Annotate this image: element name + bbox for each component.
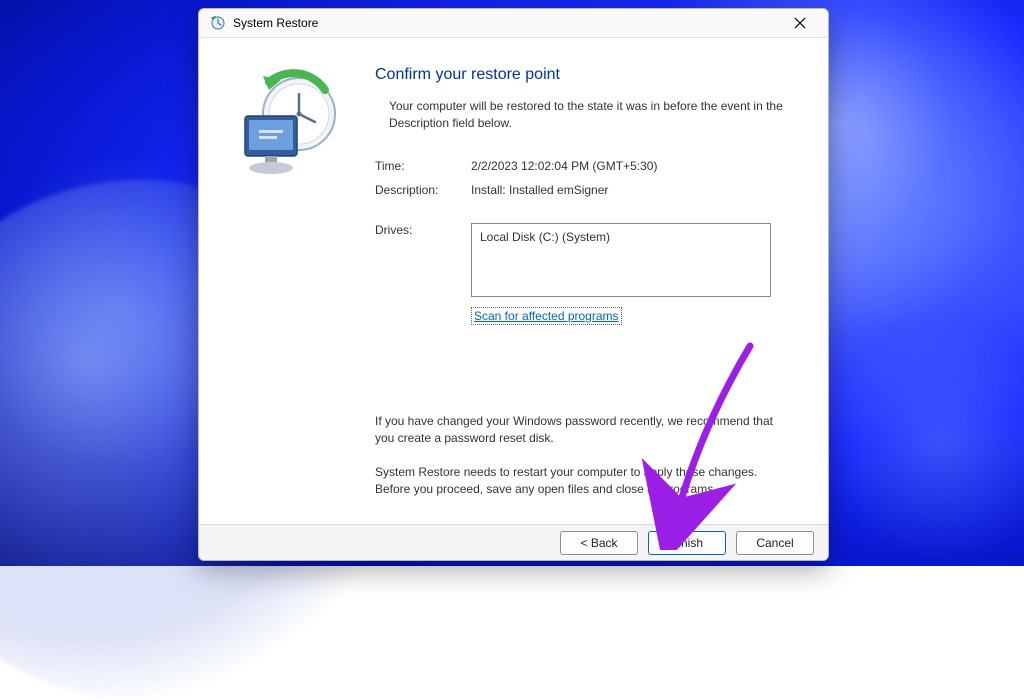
- system-restore-dialog: System Restore: [198, 8, 829, 561]
- restart-note: System Restore needs to restart your com…: [375, 464, 792, 499]
- drives-row: Drives: Local Disk (C:) (System) Scan fo…: [375, 223, 792, 325]
- close-icon: [794, 17, 806, 29]
- page-heading: Confirm your restore point: [375, 66, 792, 84]
- intro-text: Your computer will be restored to the st…: [375, 98, 792, 133]
- titlebar: System Restore: [199, 9, 828, 38]
- cancel-button[interactable]: Cancel: [736, 531, 814, 555]
- description-value: Install: Installed emSigner: [471, 183, 792, 197]
- window-title: System Restore: [233, 16, 780, 30]
- notes-block: If you have changed your Windows passwor…: [375, 413, 792, 499]
- close-button[interactable]: [780, 9, 820, 37]
- time-label: Time:: [375, 159, 471, 173]
- password-note: If you have changed your Windows passwor…: [375, 413, 792, 448]
- wizard-content: Confirm your restore point Your computer…: [369, 38, 828, 524]
- dialog-footer: < Back Finish Cancel: [199, 524, 828, 560]
- system-restore-icon: [209, 15, 225, 31]
- back-button[interactable]: < Back: [560, 531, 638, 555]
- drives-listbox[interactable]: Local Disk (C:) (System): [471, 223, 771, 297]
- wizard-graphic-pane: [199, 38, 369, 524]
- description-label: Description:: [375, 183, 471, 197]
- description-row: Description: Install: Installed emSigner: [375, 183, 792, 197]
- drive-item: Local Disk (C:) (System): [480, 230, 610, 244]
- scan-affected-programs-link[interactable]: Scan for affected programs: [471, 307, 622, 325]
- finish-button[interactable]: Finish: [648, 531, 726, 555]
- time-row: Time: 2/2/2023 12:02:04 PM (GMT+5:30): [375, 159, 792, 173]
- system-restore-graphic-icon: [229, 68, 339, 188]
- time-value: 2/2/2023 12:02:04 PM (GMT+5:30): [471, 159, 792, 173]
- drives-label: Drives:: [375, 223, 471, 237]
